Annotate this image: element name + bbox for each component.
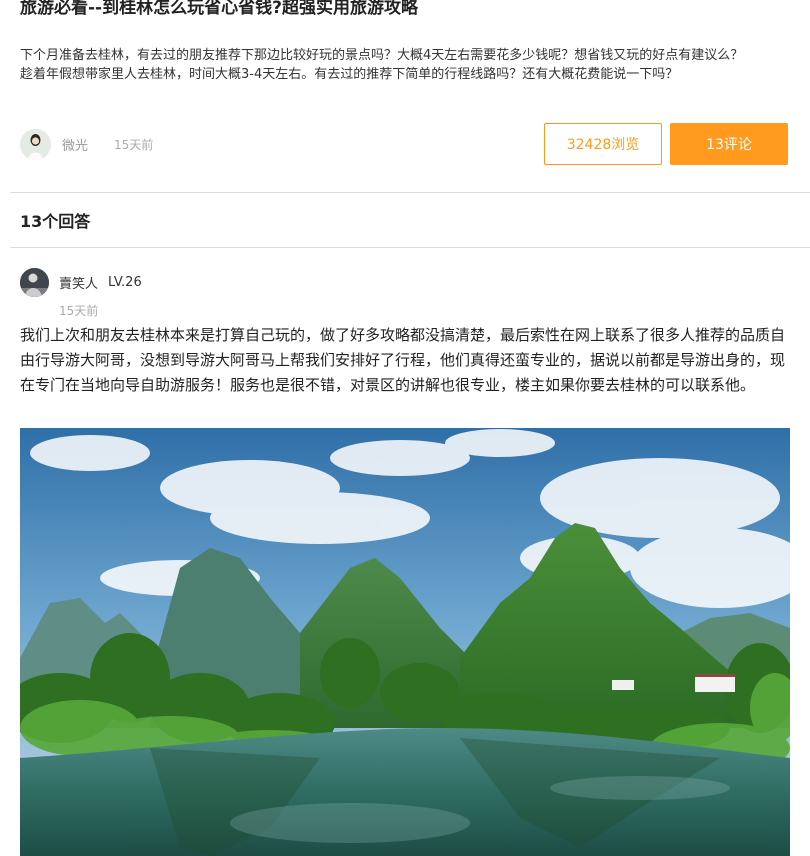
answer-user: 賣笑人 LV.26 xyxy=(20,268,142,297)
author-name[interactable]: 微光 xyxy=(62,135,88,154)
answer-username[interactable]: 賣笑人 xyxy=(59,273,98,292)
question-title: 旅游必看--到桂林怎么玩省心省钱?超强实用旅游攻略 xyxy=(20,0,418,18)
question-description: 下个月准备去桂林，有去过的朋友推荐下那边比较好玩的景点吗？大概4天左右需要花多少… xyxy=(20,46,800,84)
answers-count-heading: 13个回答 xyxy=(20,212,91,231)
guilin-landscape-image xyxy=(20,428,790,856)
views-button[interactable]: 32428浏览 xyxy=(544,123,662,165)
author-avatar[interactable] xyxy=(20,128,51,160)
divider xyxy=(10,247,810,248)
answer-text: 我们上次和朋友去桂林本来是打算自己玩的，做了好多攻略都没搞清楚，最后索性在网上联… xyxy=(20,326,786,394)
user-avatar-icon xyxy=(20,128,51,160)
question-time: 15天前 xyxy=(114,137,154,152)
description-line-1: 下个月准备去桂林，有去过的朋友推荐下那边比较好玩的景点吗？大概4天左右需要花多少… xyxy=(20,48,744,63)
user-avatar-icon xyxy=(20,268,49,297)
answer-time: 15天前 xyxy=(59,304,99,318)
answer-avatar[interactable] xyxy=(20,268,49,297)
comments-button[interactable]: 13评论 xyxy=(670,123,788,165)
divider xyxy=(10,192,810,193)
answer-level-badge: LV.26 xyxy=(108,275,142,290)
landscape-photo xyxy=(20,428,790,856)
question-page: 旅游必看--到桂林怎么玩省心省钱?超强实用旅游攻略 下个月准备去桂林，有去过的朋… xyxy=(0,0,810,856)
question-meta: 微光 15天前 xyxy=(20,128,153,160)
description-line-2: 趁着年假想带家里人去桂林，时间大概3-4天左右。有去过的推荐下简单的行程线路吗？… xyxy=(20,67,679,82)
